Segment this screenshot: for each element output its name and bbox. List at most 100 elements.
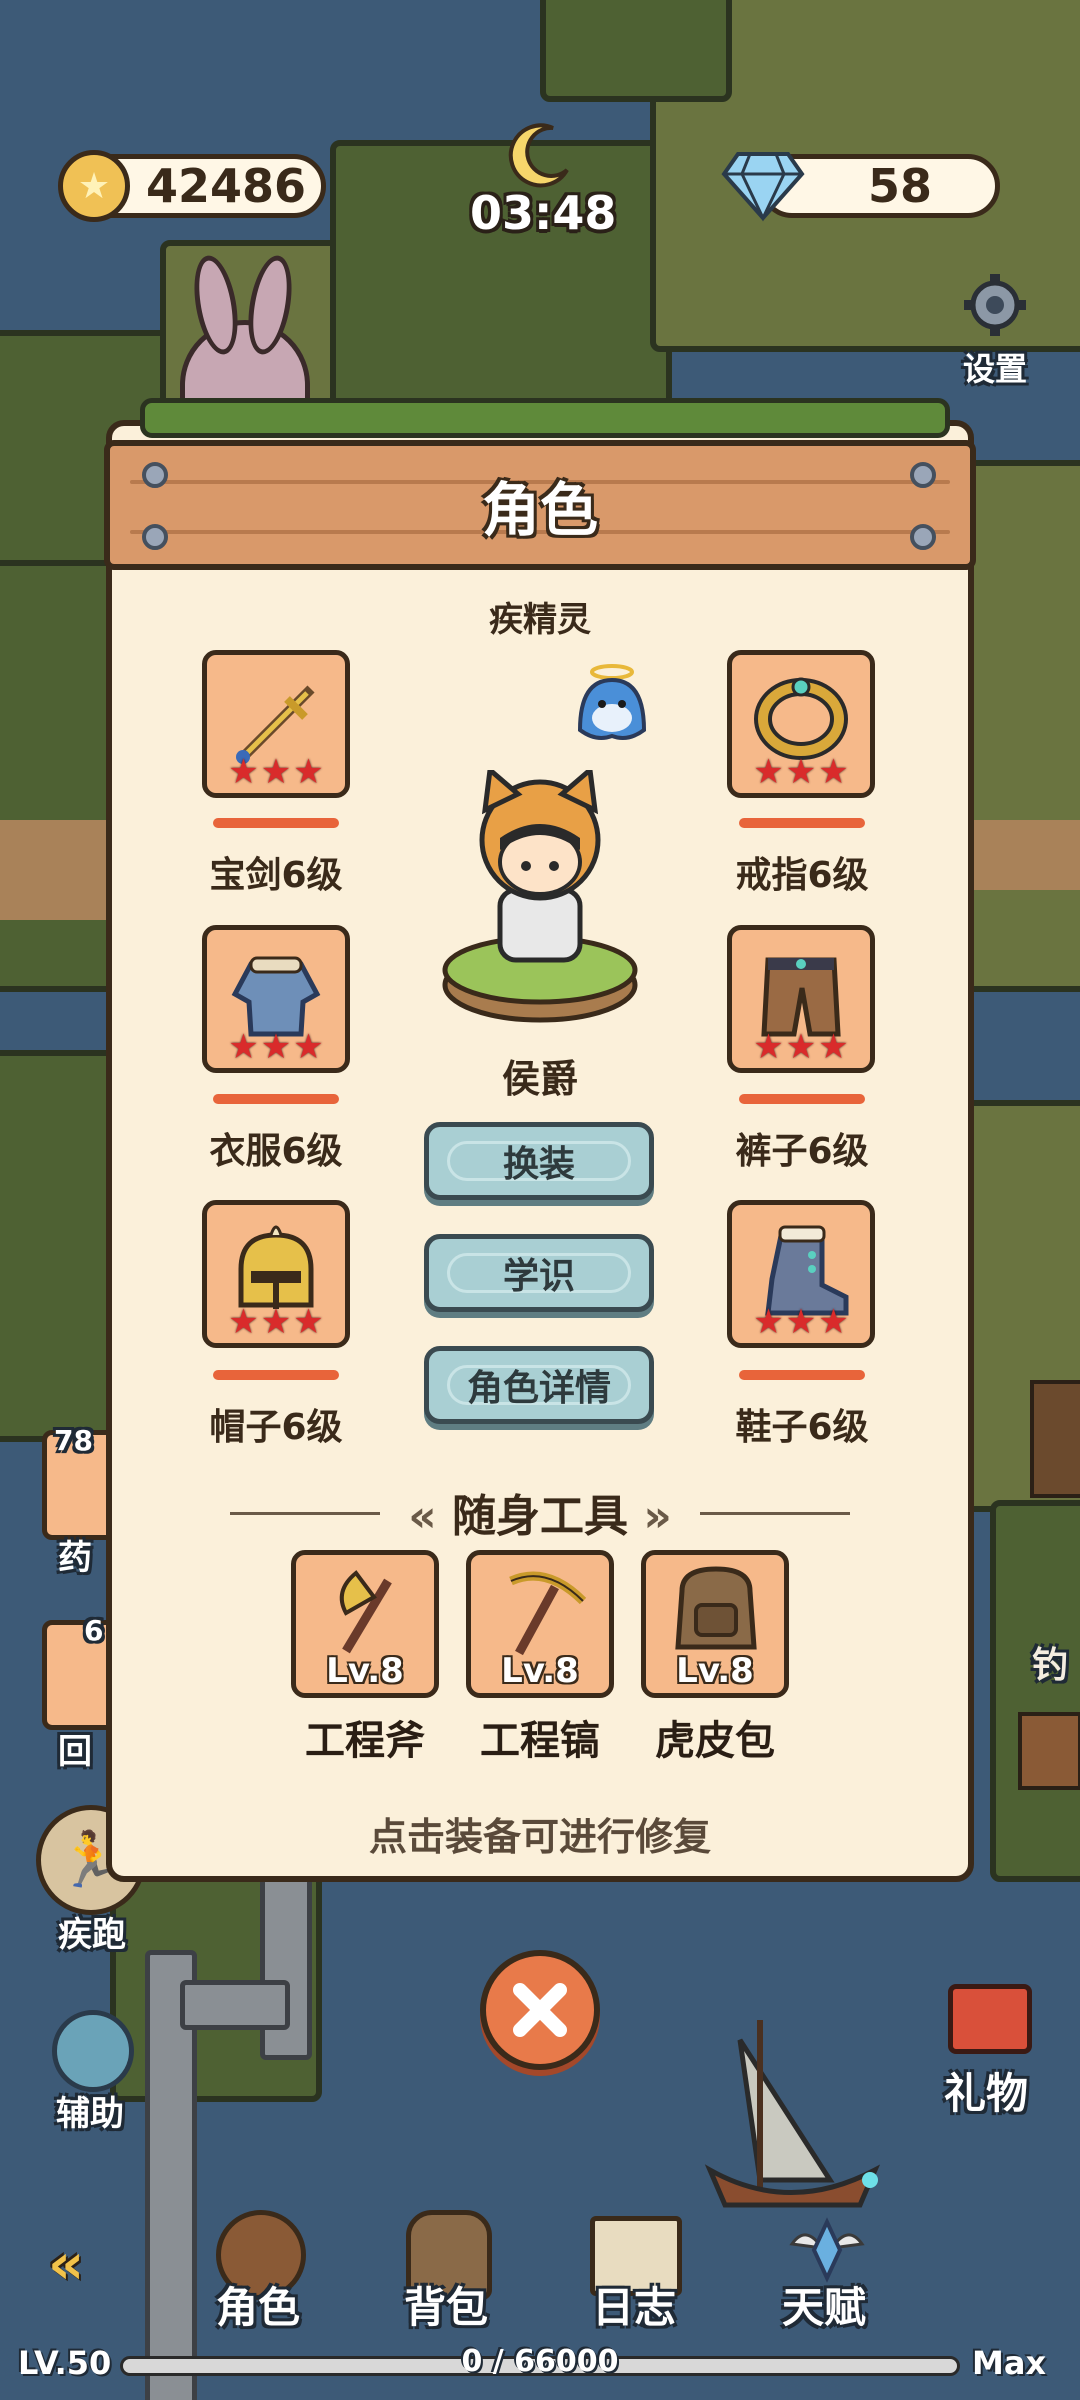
return-count: 6 bbox=[84, 1614, 104, 1647]
assist-button[interactable]: 辅助 bbox=[40, 2010, 160, 2134]
change-outfit-button[interactable]: 换装 bbox=[424, 1122, 654, 1200]
gift-label: 礼物 bbox=[944, 2069, 1029, 2118]
collapse-arrows-icon[interactable]: « bbox=[48, 2237, 138, 2293]
dirt-path bbox=[0, 820, 110, 920]
moon-icon bbox=[505, 120, 575, 190]
ring-stars: ★ ★ ★ bbox=[753, 752, 849, 792]
pants-label: 裤子6级 bbox=[735, 1131, 869, 1172]
gem-amount: 58 bbox=[867, 159, 932, 213]
pet-name: 疾精灵 bbox=[489, 600, 591, 640]
tool-slot-axe[interactable]: Lv.8 bbox=[291, 1550, 439, 1698]
hat-label: 帽子6级 bbox=[209, 1407, 343, 1448]
backpack-level: Lv.8 bbox=[676, 1651, 754, 1691]
potion-count: 78 bbox=[54, 1424, 93, 1457]
nav-character-label: 角色 bbox=[216, 2283, 301, 2332]
nav-backpack[interactable]: 背包 bbox=[388, 2210, 518, 2340]
pants-stars: ★ ★ ★ bbox=[753, 1027, 849, 1067]
nav-journal[interactable]: 日志 bbox=[576, 2210, 706, 2340]
tool-slot-pickaxe[interactable]: Lv.8 bbox=[466, 1550, 614, 1698]
gear-icon bbox=[962, 272, 1028, 338]
player-level: LV.50 bbox=[18, 2344, 112, 2382]
nav-character[interactable]: 角色 bbox=[200, 2210, 330, 2340]
screw-icon bbox=[910, 462, 936, 488]
potion-label: 药 bbox=[58, 1538, 92, 1578]
character-details-button[interactable]: 角色详情 bbox=[424, 1346, 654, 1424]
pet-spirit[interactable] bbox=[570, 660, 654, 750]
character-title: 侯爵 bbox=[501, 1057, 578, 1101]
sword-durability-bar bbox=[213, 818, 339, 828]
sword-stars: ★ ★ ★ bbox=[228, 752, 324, 792]
xp-max-label: Max bbox=[972, 2344, 1047, 2382]
diamond-icon bbox=[720, 148, 806, 224]
axe-level: Lv.8 bbox=[326, 1651, 404, 1691]
nav-journal-label: 日志 bbox=[592, 2283, 677, 2332]
equip-slot-hat[interactable]: ★ ★ ★ bbox=[202, 1200, 350, 1348]
nav-backpack-label: 背包 bbox=[404, 2283, 489, 2332]
assist-icon bbox=[52, 2010, 134, 2092]
grass-island bbox=[540, 0, 732, 102]
tools-header: « 随身工具 » bbox=[390, 1480, 690, 1544]
screw-icon bbox=[142, 524, 168, 550]
equip-slot-pants[interactable]: ★ ★ ★ bbox=[727, 925, 875, 1073]
knowledge-button[interactable]: 学识 bbox=[424, 1234, 654, 1312]
hero-character[interactable] bbox=[440, 765, 640, 1030]
grass-island bbox=[330, 140, 672, 432]
equip-slot-ring[interactable]: ★ ★ ★ bbox=[727, 650, 875, 798]
nav-talent-label: 天赋 bbox=[782, 2283, 867, 2332]
shoes-durability-bar bbox=[739, 1370, 865, 1380]
game-clock: 03:48 bbox=[470, 186, 617, 240]
repair-hint: 点击装备可进行修复 bbox=[368, 1815, 711, 1859]
grass-island bbox=[960, 460, 1080, 992]
change-outfit-label: 换装 bbox=[502, 1144, 575, 1185]
tools-header-text: 随身工具 bbox=[452, 1491, 628, 1542]
axe-icon bbox=[339, 1570, 392, 1654]
equip-slot-clothes[interactable]: ★ ★ ★ bbox=[202, 925, 350, 1073]
clothes-label: 衣服6级 bbox=[209, 1131, 343, 1172]
fishing-spot-icon bbox=[1018, 1712, 1080, 1790]
close-button[interactable] bbox=[480, 1950, 600, 2070]
pickaxe-label: 工程镐 bbox=[480, 1718, 600, 1764]
ring-durability-bar bbox=[739, 818, 865, 828]
equip-slot-sword[interactable]: ★ ★ ★ bbox=[202, 650, 350, 798]
character-details-label: 角色详情 bbox=[466, 1368, 611, 1409]
stone-wall bbox=[180, 1980, 290, 2030]
dirt-path bbox=[970, 820, 1080, 890]
axe-label: 工程斧 bbox=[305, 1718, 425, 1764]
grass-island bbox=[990, 1500, 1080, 1882]
wooden-fence bbox=[1030, 1380, 1080, 1498]
hat-durability-bar bbox=[213, 1370, 339, 1380]
clothes-stars: ★ ★ ★ bbox=[228, 1027, 324, 1067]
stone-pillar bbox=[260, 1870, 312, 2060]
assist-label: 辅助 bbox=[56, 2094, 124, 2134]
knowledge-label: 学识 bbox=[502, 1256, 575, 1297]
coin-icon: ★ bbox=[58, 150, 130, 222]
tool-slot-backpack[interactable]: Lv.8 bbox=[641, 1550, 789, 1698]
ring-label: 戒指6级 bbox=[735, 855, 869, 896]
close-icon bbox=[513, 1983, 567, 2037]
sword-label: 宝剑6级 bbox=[209, 855, 343, 896]
shoes-stars: ★ ★ ★ bbox=[753, 1302, 849, 1342]
return-label: 回 bbox=[58, 1732, 92, 1772]
backpack-label: 虎皮包 bbox=[655, 1718, 775, 1764]
clothes-durability-bar bbox=[213, 1094, 339, 1104]
equip-slot-shoes[interactable]: ★ ★ ★ bbox=[727, 1200, 875, 1348]
ship-decoration bbox=[700, 2000, 881, 2220]
xp-progress-text: 0 / 66000 bbox=[461, 2344, 619, 2379]
hat-stars: ★ ★ ★ bbox=[228, 1302, 324, 1342]
sprint-label: 疾跑 bbox=[58, 1915, 126, 1955]
fishing-label[interactable]: 钓 bbox=[1032, 1636, 1068, 1688]
settings-label: 设置 bbox=[962, 350, 1027, 388]
panel-grass-top bbox=[140, 398, 950, 438]
settings-button[interactable]: 设置 bbox=[940, 272, 1050, 392]
chevron-right-icon: » bbox=[643, 1491, 672, 1542]
panel-title: 角色 bbox=[481, 476, 598, 544]
backpack-icon bbox=[675, 1566, 757, 1650]
nav-talent[interactable]: 天赋 bbox=[766, 2210, 896, 2340]
screw-icon bbox=[142, 462, 168, 488]
pickaxe-level: Lv.8 bbox=[501, 1651, 579, 1691]
pickaxe-icon bbox=[509, 1571, 587, 1656]
shoes-label: 鞋子6级 bbox=[735, 1407, 869, 1448]
gift-button[interactable]: 礼物 bbox=[930, 1978, 1060, 2128]
chevron-left-icon: « bbox=[408, 1491, 437, 1542]
gift-box-icon bbox=[948, 1984, 1032, 2054]
